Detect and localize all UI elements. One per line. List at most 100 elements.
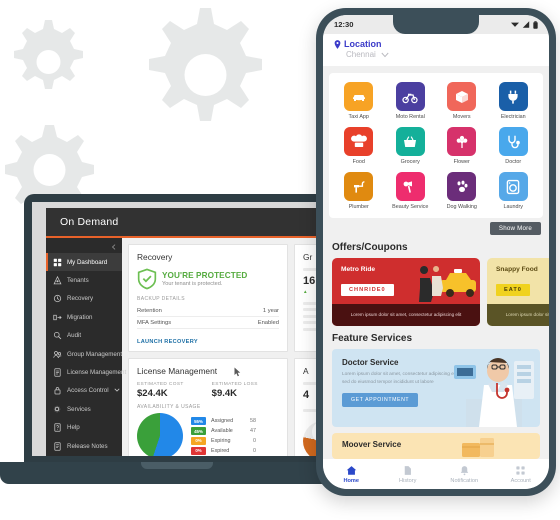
- migration-icon: [53, 313, 62, 322]
- service-tile: [447, 172, 477, 201]
- sidebar-item-services[interactable]: Services: [46, 400, 122, 418]
- sidebar-item-help[interactable]: Help: [46, 419, 122, 437]
- service-item-electrician[interactable]: Electrician: [488, 82, 540, 120]
- sidebar-item-label: Audit: [67, 332, 82, 340]
- sidebar-item-my-dashboard[interactable]: My Dashboard: [46, 253, 122, 272]
- dashboard-column-left: Recovery YOU'RE PROTECTED Your tenant is…: [128, 244, 288, 456]
- service-item-movers[interactable]: Movers: [436, 82, 488, 120]
- service-label: Taxi App: [348, 114, 369, 120]
- service-item-food[interactable]: Food: [333, 127, 385, 165]
- detail-row-retention: Retention 1 year: [137, 305, 279, 317]
- services-grid-card: Taxi App Moto Rental Movers Electrician Food…: [329, 73, 543, 218]
- sidebar-item-migration[interactable]: Migration: [46, 308, 122, 326]
- feature-description: Lorem ipsum dolor sit amet, consectetur …: [342, 372, 459, 385]
- protection-headline: YOU'RE PROTECTED: [162, 271, 248, 280]
- nav-item-home[interactable]: Home: [323, 465, 380, 484]
- services-icon: [53, 405, 62, 414]
- recovery-card-title: Recovery: [137, 252, 173, 262]
- phone-device: 12:30 Location Chennai Taxi App Moto Ren…: [316, 8, 556, 496]
- app-title: On Demand: [60, 216, 119, 228]
- legend-percent: 0%: [191, 447, 206, 455]
- location-label: Location: [344, 39, 382, 49]
- estimated-cost-label: ESTIMATED COST: [137, 382, 184, 387]
- sidebar-item-settings[interactable]: Settings: [46, 455, 122, 456]
- chevron-down-icon: [114, 387, 120, 395]
- legend-row: 45% Available 47: [191, 427, 256, 435]
- offer-footer-text: Lorem ipsum dolor sit amet, consectetur …: [332, 304, 480, 326]
- legend-value: 0: [253, 437, 256, 444]
- chevron-left-icon: [111, 243, 116, 250]
- dashboard-main: Recovery YOU'RE PROTECTED Your tenant is…: [122, 238, 322, 456]
- launch-recovery-link[interactable]: LAUNCH RECOVERY: [137, 339, 198, 345]
- sidebar-item-access-control[interactable]: Access Control: [46, 382, 122, 400]
- service-item-beauty-service[interactable]: Beauty Service: [385, 172, 437, 210]
- feature-card-doctor-service[interactable]: Doctor Service Lorem ipsum dolor sit ame…: [332, 349, 540, 427]
- show-more-row: Show More: [323, 218, 549, 235]
- service-label: Plumber: [348, 204, 369, 210]
- bottom-navigation: Home History Notification Account: [323, 459, 549, 489]
- sidebar-item-license-management[interactable]: License Management: [46, 363, 126, 381]
- service-item-taxi-app[interactable]: Taxi App: [333, 82, 385, 120]
- nav-label: Account: [510, 477, 531, 484]
- flower-icon: [456, 135, 468, 148]
- service-item-doctor[interactable]: Doctor: [488, 127, 540, 165]
- estimated-cost-value: $24.4K: [137, 388, 168, 399]
- pie-chart: [137, 413, 183, 456]
- offer-footer-text: Lorem ipsum dolor sit amet, consectetur …: [487, 304, 549, 326]
- map-pin-icon: [334, 39, 341, 49]
- feature-card-moover-service[interactable]: Moover Service: [332, 433, 540, 459]
- location-bar[interactable]: Location Chennai: [323, 34, 549, 66]
- sidebar-item-recovery[interactable]: Recovery: [46, 290, 122, 308]
- status-icons: [511, 20, 538, 29]
- legend-percent: 45%: [191, 427, 206, 435]
- sidebar: My Dashboard Tenants Recovery Migration …: [46, 238, 126, 456]
- pie-legend: 55% Assigned 58 45% Available 47 0% Expiring 0 0%…: [191, 417, 256, 455]
- service-label: Dog Walking: [446, 204, 477, 210]
- laptop-device: On Demand My Dashboard Tenants Recovery …: [0, 194, 354, 492]
- service-tile: [344, 82, 374, 111]
- sidebar-item-audit[interactable]: Audit: [46, 327, 122, 345]
- service-item-plumber[interactable]: Plumber: [333, 172, 385, 210]
- nav-item-account[interactable]: Account: [493, 465, 550, 484]
- shield-check-icon: [137, 268, 157, 290]
- sidebar-item-tenants[interactable]: Tenants: [46, 271, 122, 289]
- show-more-button[interactable]: Show More: [489, 222, 541, 235]
- service-item-dog-walking[interactable]: Dog Walking: [436, 172, 488, 210]
- bell-icon: [460, 465, 468, 475]
- app-header: On Demand: [46, 208, 322, 236]
- nav-item-notification[interactable]: Notification: [436, 465, 493, 484]
- get-appointment-button[interactable]: GET APPOINTMENT: [342, 393, 419, 408]
- dashboard-body: My Dashboard Tenants Recovery Migration …: [46, 238, 322, 456]
- hairdryer-icon: [403, 180, 413, 193]
- mouse-cursor: [234, 367, 241, 377]
- legend-row: 0% Expiring 0: [191, 437, 256, 445]
- motorcycle-icon: [402, 93, 418, 103]
- service-item-grocery[interactable]: Grocery: [385, 127, 437, 165]
- recovery-card: Recovery YOU'RE PROTECTED Your tenant is…: [128, 244, 288, 352]
- location-title: Location: [334, 39, 538, 49]
- sidebar-item-release-notes[interactable]: Release Notes: [46, 437, 122, 455]
- availability-usage-label: AVAILABILITY & USAGE: [137, 404, 201, 410]
- services-grid: Taxi App Moto Rental Movers Electrician Food…: [333, 82, 539, 210]
- detail-key: Retention: [137, 307, 162, 314]
- feature-title: Moover Service: [342, 440, 402, 449]
- license-stats: ESTIMATED COST $24.4K ESTIMATED LOSS $9.…: [137, 382, 279, 399]
- nav-label: History: [399, 477, 417, 484]
- service-label: Doctor: [505, 159, 522, 165]
- sidebar-item-label: Services: [67, 405, 91, 413]
- nav-item-history[interactable]: History: [380, 465, 437, 484]
- boxes-illustration-icon: [462, 438, 494, 457]
- service-item-flower[interactable]: Flower: [436, 127, 488, 165]
- service-tile: [498, 172, 528, 201]
- stethoscope-icon: [508, 135, 521, 148]
- offer-card-snappy-food[interactable]: Snappy Food EAT0 Lorem ipsum dolor sit a…: [487, 258, 549, 326]
- location-city-selector[interactable]: Chennai: [346, 50, 538, 59]
- paw-icon: [457, 180, 468, 192]
- offer-title: Snappy Food: [496, 266, 538, 273]
- service-item-moto-rental[interactable]: Moto Rental: [385, 82, 437, 120]
- offer-card-metro-ride[interactable]: Metro Ride CHNRIDE0 Lorem ipsum dolor si…: [332, 258, 480, 326]
- service-item-laundry[interactable]: Laundry: [488, 172, 540, 210]
- sidebar-item-group-management[interactable]: Group Management: [46, 345, 122, 363]
- sidebar-collapse-button[interactable]: [46, 240, 122, 253]
- car-icon: [352, 94, 365, 101]
